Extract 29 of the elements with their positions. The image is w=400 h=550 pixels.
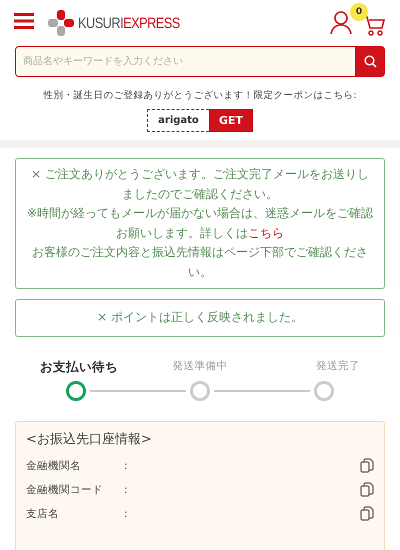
- logo-icon: [48, 10, 74, 36]
- field-separator: :: [124, 508, 129, 520]
- get-coupon-button[interactable]: GET: [208, 109, 253, 132]
- copy-icon[interactable]: [360, 482, 374, 497]
- field-label: 金融機関名: [26, 458, 82, 472]
- cart-count-badge: 0: [350, 3, 368, 21]
- notice-text: × ポイントは正しく反映されました。: [96, 309, 304, 326]
- field-separator: :: [124, 460, 129, 472]
- field-separator: :: [124, 484, 129, 496]
- notice-text: × ご注文ありがとうございます。ご注文完了メールをお送りしましたのでご確認ください。: [30, 166, 370, 202]
- panel-title: <お振込先口座情報>: [26, 430, 153, 448]
- step-label: お支払い待ち: [40, 358, 119, 376]
- coupon-code: arigato: [147, 109, 209, 132]
- step-label: 発送完了: [315, 358, 360, 374]
- notice-text: お客様のご注文内容と振込先情報はページ下部でご確認ください。: [31, 244, 369, 280]
- search-icon: [364, 55, 376, 68]
- coupon-message: 性別・誕生日のご登録ありがとうございます！限定クーポンはこちら:: [43, 89, 357, 102]
- field-label: 金融機関コード: [26, 482, 104, 496]
- details-link[interactable]: こちら: [248, 226, 284, 240]
- notice-text: ※時間が経ってもメールが届かない場合は、迷惑メールをご確認お願いします。詳しくは こちら: [26, 205, 374, 242]
- search-field[interactable]: 商品名やキーワードを入力ください: [15, 46, 355, 77]
- field-label: 支店名: [26, 506, 60, 520]
- user-icon[interactable]: [330, 11, 352, 35]
- copy-icon[interactable]: [360, 458, 374, 473]
- menu-icon[interactable]: [14, 13, 34, 29]
- logo-text[interactable]: KUSURIEXPRESS: [78, 14, 180, 32]
- step-label: 発送準備中: [172, 358, 228, 374]
- search-button[interactable]: [355, 46, 385, 77]
- copy-icon[interactable]: [360, 506, 374, 521]
